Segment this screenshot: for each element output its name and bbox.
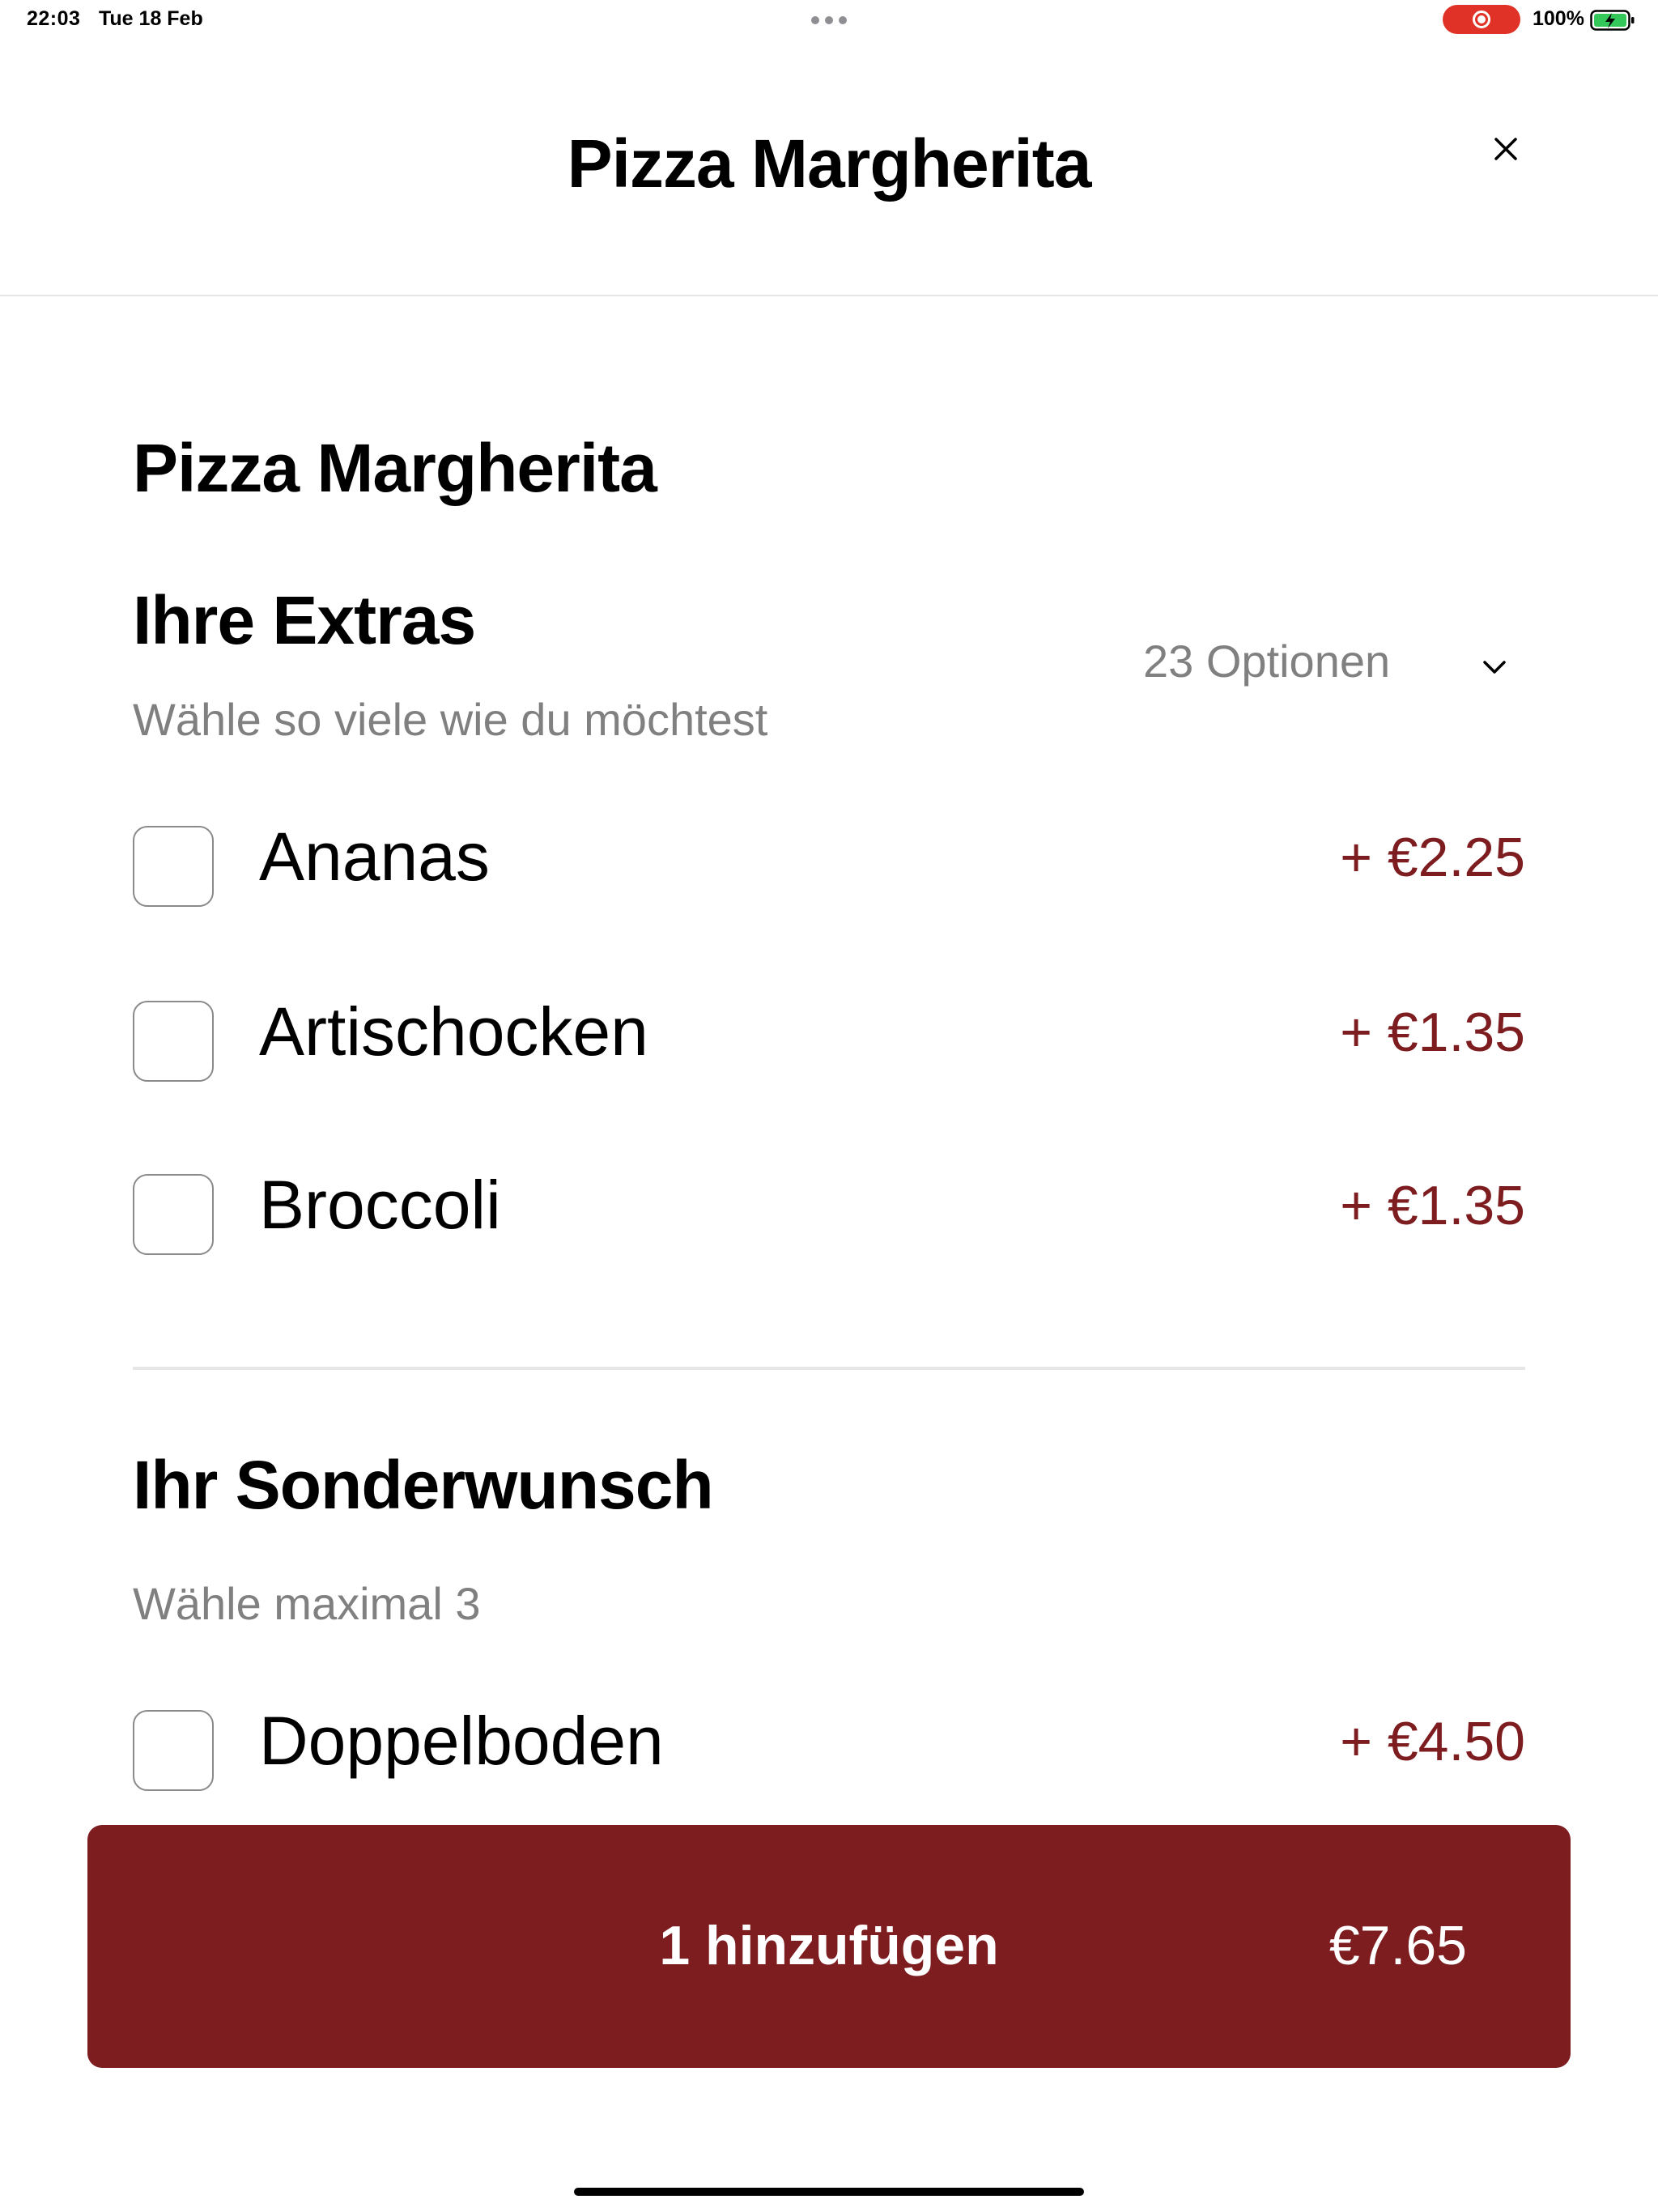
status-bar: 22:03 Tue 18 Feb 100% [0, 0, 1658, 39]
checkbox[interactable] [133, 1710, 214, 1791]
item-name: Pizza Margherita [133, 430, 657, 506]
option-price: + €1.35 [1340, 1175, 1525, 1236]
special-request-title: Ihr Sonderwunsch [133, 1447, 714, 1523]
option-label: Artischocken [259, 993, 648, 1070]
checkbox[interactable] [133, 1174, 214, 1255]
checkbox[interactable] [133, 1001, 214, 1082]
options-count: 23 Optionen [1143, 636, 1391, 687]
home-indicator[interactable] [574, 2188, 1084, 2196]
add-to-cart-button[interactable]: 1 hinzufügen €7.65 [87, 1825, 1571, 2068]
modal-header: Pizza Margherita [0, 39, 1658, 296]
extras-subtitle: Wähle so viele wie du möchtest [133, 694, 768, 745]
status-date: Tue 18 Feb [99, 7, 203, 30]
extra-option-row[interactable]: Broccoli + €1.35 [133, 1167, 1525, 1257]
option-price: + €1.35 [1340, 1002, 1525, 1063]
special-request-subtitle: Wähle maximal 3 [133, 1578, 481, 1629]
checkbox[interactable] [133, 826, 214, 907]
option-label: Broccoli [259, 1167, 501, 1243]
option-label: Ananas [259, 819, 490, 895]
add-button-price: €7.65 [1329, 1915, 1467, 1976]
multitasking-dots-icon[interactable] [811, 16, 847, 24]
option-price: + €2.25 [1340, 827, 1525, 888]
status-time: 22:03 [27, 7, 81, 30]
battery-percentage: 100% [1533, 7, 1584, 30]
extra-option-row[interactable]: Ananas + €2.25 [133, 819, 1525, 908]
option-price: + €4.50 [1340, 1711, 1525, 1772]
record-icon [1473, 11, 1490, 28]
battery-charging-icon [1590, 10, 1635, 31]
special-option-row[interactable]: Doppelboden + €4.50 [133, 1703, 1525, 1793]
close-icon[interactable] [1490, 133, 1522, 165]
screen-recording-indicator[interactable] [1443, 5, 1520, 34]
section-divider [133, 1367, 1525, 1370]
option-label: Doppelboden [259, 1703, 664, 1779]
extras-title: Ihre Extras [133, 582, 476, 658]
options-dropdown[interactable]: 23 Optionen [1133, 632, 1522, 696]
page-title: Pizza Margherita [567, 125, 1092, 202]
chevron-down-icon [1483, 661, 1506, 674]
extra-option-row[interactable]: Artischocken + €1.35 [133, 993, 1525, 1083]
